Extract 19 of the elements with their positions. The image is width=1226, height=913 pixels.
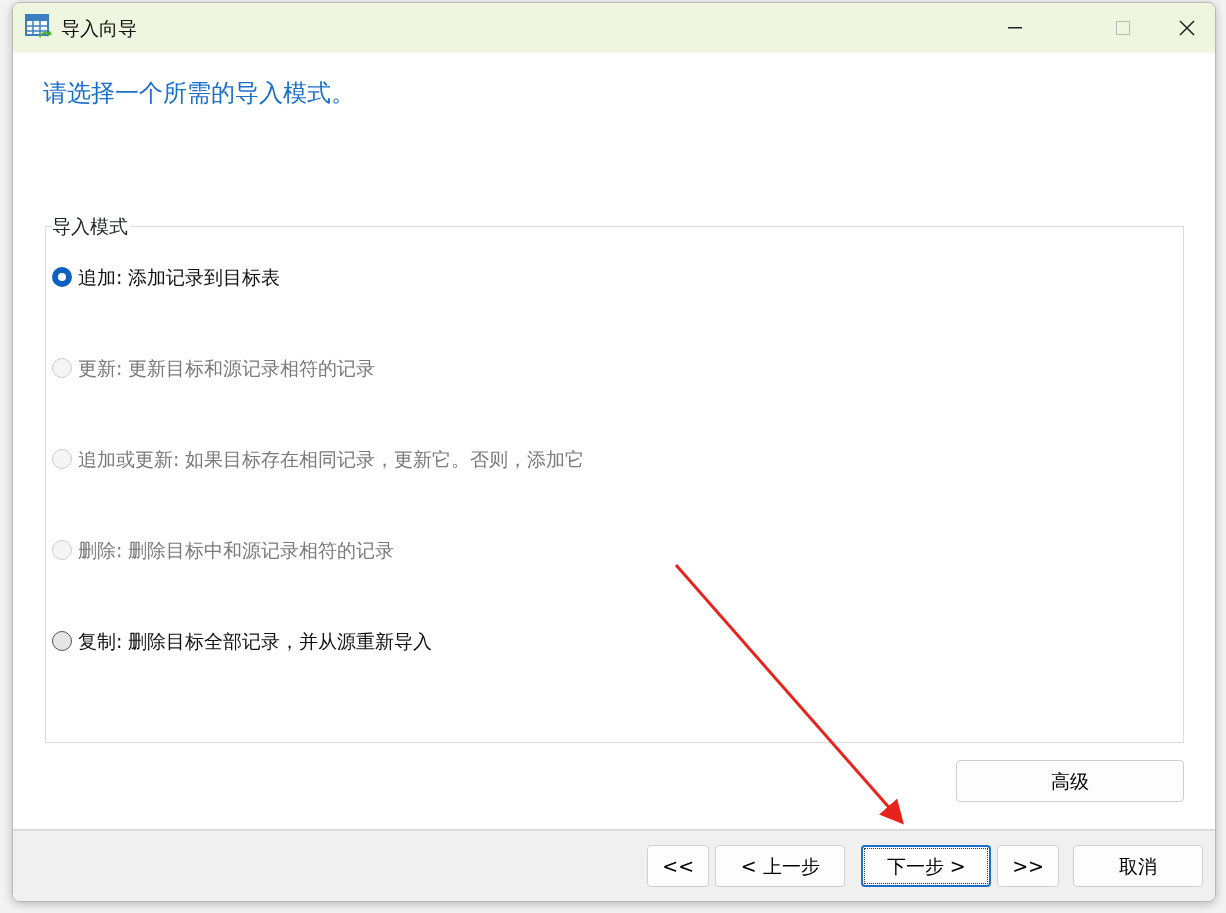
window-title: 导入向导 [61,15,137,41]
page-heading: 请选择一个所需的导入模式。 [43,79,356,108]
close-icon [1179,20,1195,36]
radio-label: 追加或更新: 如果目标存在相同记录，更新它。否则，添加它 [78,446,585,471]
group-legend: 导入模式 [52,214,130,237]
radio-label: 追加: 添加记录到目标表 [78,264,281,289]
radio-label: 复制: 删除目标全部记录，并从源重新导入 [78,628,433,653]
last-button[interactable]: >> [997,845,1059,887]
minimize-icon [1008,27,1022,29]
next-button[interactable]: 下一步 > [861,845,992,887]
radio-label: 删除: 删除目标中和源记录相符的记录 [78,537,395,562]
back-button[interactable]: < 上一步 [715,845,846,887]
radio-button[interactable] [52,630,72,651]
cancel-button[interactable]: 取消 [1073,845,1203,887]
maximize-icon [1116,21,1130,35]
advanced-button[interactable]: 高级 [956,759,1184,802]
radio-label: 更新: 更新目标和源记录相符的记录 [78,355,376,380]
radio-button[interactable] [52,266,72,287]
first-button[interactable]: << [647,845,710,887]
